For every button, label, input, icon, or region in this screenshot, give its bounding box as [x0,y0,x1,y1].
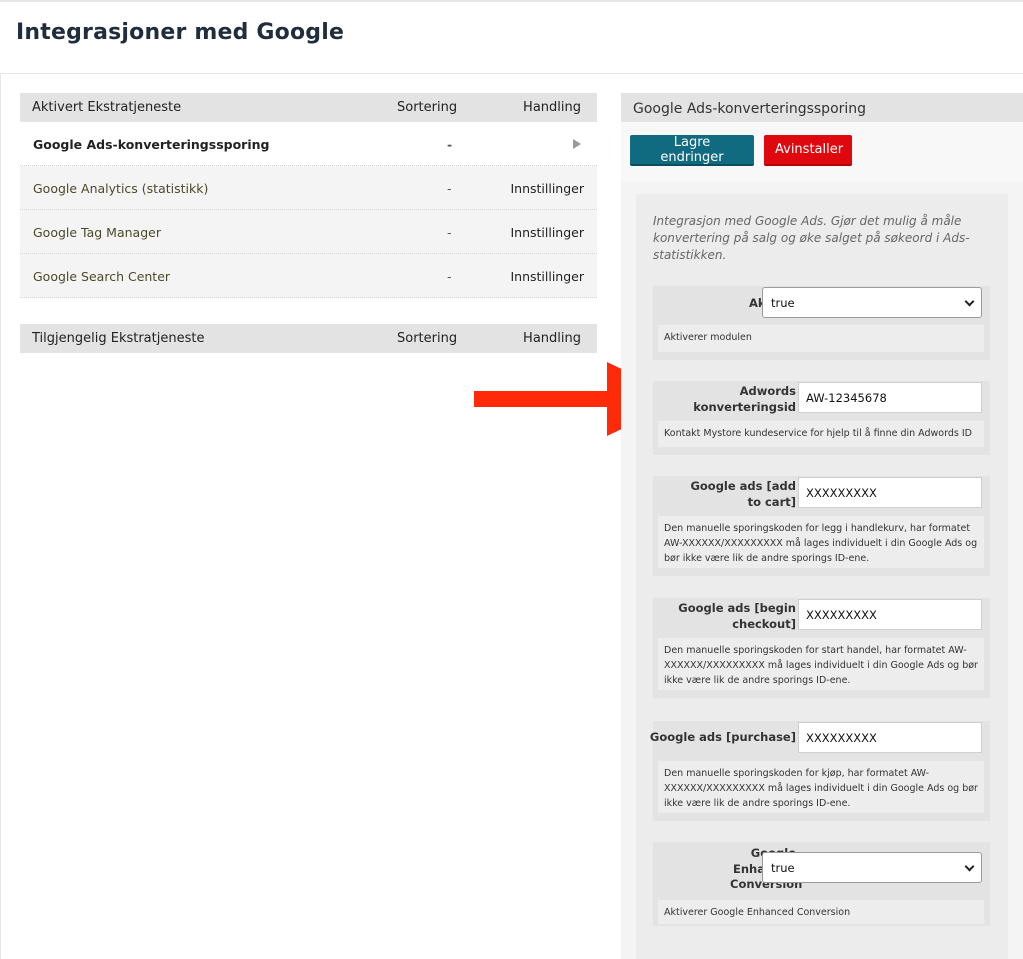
available-services-table: Tilgjengelig Ekstratjeneste Sortering Ha… [20,324,597,353]
column-header-action: Handling [523,100,581,115]
service-sort: - [447,269,452,284]
column-header-name[interactable]: Aktivert Ekstratjeneste [32,100,181,115]
enhanced-conversion-select[interactable]: true [762,852,982,883]
chevron-down-icon [964,296,975,307]
save-button[interactable]: Lagre endringer [630,135,754,166]
module-description: Integrasjon med Google Ads. Gjør det mul… [653,214,970,262]
service-sort: - [447,137,453,152]
field-enhanced-conversion: Google Enhanced Conversion true Aktivere… [653,842,990,926]
settings-panel: Google Ads-konverteringssporing Lagre en… [621,93,1023,959]
field-label: Google ads [add to cart] [690,479,796,509]
field-help: Den manuelle sporingskoden for start han… [658,638,984,690]
purchase-input[interactable] [798,722,982,753]
field-begin-checkout: Google ads [begin checkout] Den manuelle… [653,598,990,698]
panel-toolbar: Lagre endringer Avinstaller [621,122,1023,181]
field-help: Aktiverer Google Enhanced Conversion [658,900,984,924]
active-services-table: Aktivert Ekstratjeneste Sortering Handli… [20,93,597,298]
service-sort: - [447,225,452,240]
table-header: Tilgjengelig Ekstratjeneste Sortering Ha… [20,324,597,353]
column-header-sort[interactable]: Sortering [397,100,457,115]
settings-form: Integrasjon med Google Ads. Gjør det mul… [636,194,1008,959]
table-row[interactable]: Google Tag Manager - Innstillinger [20,210,597,254]
chevron-down-icon [964,861,975,872]
select-value: true [771,295,795,310]
uninstall-button[interactable]: Avinstaller [764,135,852,166]
settings-link[interactable]: Innstillinger [510,181,584,196]
play-arrow-icon [573,139,581,149]
left-border [0,74,1,959]
field-help: Den manuelle sporingskoden for legg i ha… [658,516,984,568]
field-label: Google ads [begin checkout] [678,601,796,631]
table-row[interactable]: Google Ads-konverteringssporing - [20,122,597,166]
table-row[interactable]: Google Analytics (statistikk) - Innstill… [20,166,597,210]
add-to-cart-input[interactable] [798,477,982,508]
service-name[interactable]: Google Ads-konverteringssporing [33,137,269,152]
page-title: Integrasjoner med Google [16,20,345,45]
column-header-name[interactable]: Tilgjengelig Ekstratjeneste [32,331,204,346]
settings-link[interactable]: Innstillinger [510,225,584,240]
begin-checkout-input[interactable] [798,599,982,630]
field-adwords-id: Adwords konverteringsid Kontakt Mystore … [653,381,990,455]
page-header: Integrasjoner med Google [0,0,1023,74]
settings-link[interactable]: Innstillinger [510,269,584,284]
table-header: Aktivert Ekstratjeneste Sortering Handli… [20,93,597,122]
field-help: Aktiverer modulen [658,325,984,352]
service-sort: - [447,181,452,196]
column-header-action: Handling [523,331,581,346]
field-help: Kontakt Mystore kundeservice for hjelp t… [658,421,984,447]
field-label: Google ads [purchase] [649,730,796,744]
aktiver-select[interactable]: true [762,287,982,318]
field-help: Den manuelle sporingskoden for kjøp, har… [658,761,984,813]
service-name[interactable]: Google Tag Manager [33,225,161,240]
column-header-sort[interactable]: Sortering [397,331,457,346]
field-add-to-cart: Google ads [add to cart] Den manuelle sp… [653,476,990,576]
field-aktiver: Aktiver true Aktiverer modulen [653,286,990,360]
panel-title: Google Ads-konverteringssporing [621,93,1023,122]
field-label: Adwords konverteringsid [693,384,796,414]
service-name[interactable]: Google Analytics (statistikk) [33,181,208,196]
service-name[interactable]: Google Search Center [33,269,170,284]
table-row[interactable]: Google Search Center - Innstillinger [20,254,597,298]
field-purchase: Google ads [purchase] Den manuelle spori… [650,721,990,821]
select-value: true [771,860,795,875]
adwords-id-input[interactable] [798,382,982,413]
